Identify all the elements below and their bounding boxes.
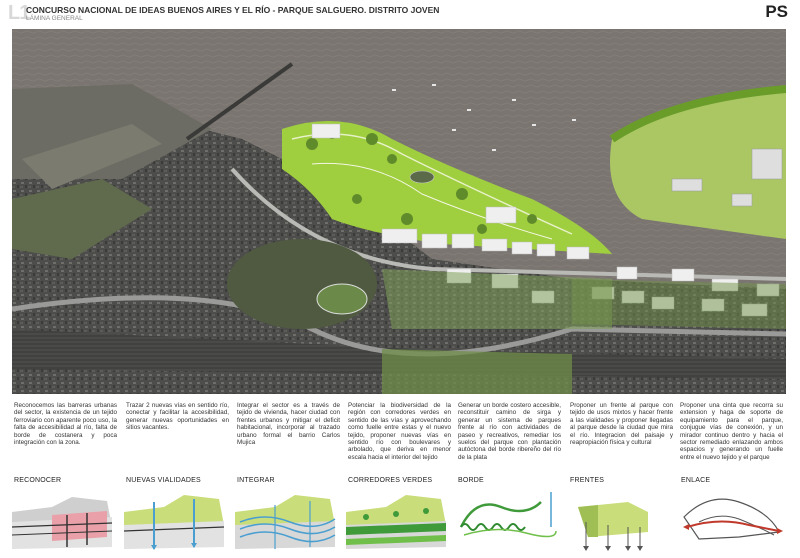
diagram-label-borde: BORDE <box>458 477 484 484</box>
diagram-corredores-verdes-graphic <box>346 495 446 549</box>
aerial-site-plan <box>12 29 786 394</box>
strategy-diagrams: RECONOCER NUEVAS VIALIDADES INTEGRAR COR… <box>12 475 786 555</box>
diagram-nuevas-vialidades-graphic <box>124 495 225 550</box>
strategy-text-frentes: Proponer un frente al parque con tejido … <box>570 402 673 447</box>
page-title: CONCURSO NACIONAL DE IDEAS BUENOS AIRES … <box>26 5 440 15</box>
diagram-integrar-graphic <box>235 495 336 549</box>
diagram-label-corredores-verdes: CORREDORES VERDES <box>348 477 433 484</box>
site-plan-image <box>12 29 786 394</box>
diagram-integrar: INTEGRAR <box>235 475 343 553</box>
strategy-text-integrar: Integrar el sector es a través de tejido… <box>237 402 340 447</box>
logo: PS <box>765 2 788 21</box>
strategy-text-enlace: Proponer una cinta que recorra su extens… <box>680 402 783 461</box>
diagram-borde-graphic <box>459 492 557 538</box>
diagram-reconocer-graphic <box>12 497 113 549</box>
strategy-text-corredores-verdes: Potenciar la biodiversidad de la región … <box>348 402 451 461</box>
diagram-reconocer: RECONOCER <box>12 475 120 553</box>
strategy-descriptions: Reconocemos las barreras urbanas del sec… <box>12 402 786 472</box>
diagram-label-integrar: INTEGRAR <box>237 477 275 484</box>
strategy-text-nuevas-vialidades: Trazar 2 nuevas vías en sentido río, con… <box>126 402 229 432</box>
diagram-frentes: FRENTES <box>568 475 676 553</box>
page-subtitle: LÁMINA GENERAL <box>26 15 83 22</box>
diagram-label-frentes: FRENTES <box>570 477 605 484</box>
diagram-enlace: ENLACE <box>679 475 787 553</box>
strategy-text-reconocer: Reconocemos las barreras urbanas del sec… <box>14 402 117 447</box>
diagram-enlace-graphic <box>683 498 783 540</box>
header: L1 CONCURSO NACIONAL DE IDEAS BUENOS AIR… <box>0 0 800 26</box>
diagram-label-enlace: ENLACE <box>681 477 711 484</box>
diagram-label-nuevas-vialidades: NUEVAS VIALIDADES <box>126 477 201 484</box>
strategy-text-borde: Generar un borde costero accesible, reco… <box>458 402 561 461</box>
diagram-corredores-verdes: CORREDORES VERDES <box>346 475 454 553</box>
diagram-label-reconocer: RECONOCER <box>14 477 62 484</box>
diagram-frentes-graphic <box>578 502 648 551</box>
diagram-borde: BORDE <box>456 475 564 553</box>
diagram-nuevas-vialidades: NUEVAS VIALIDADES <box>124 475 232 553</box>
